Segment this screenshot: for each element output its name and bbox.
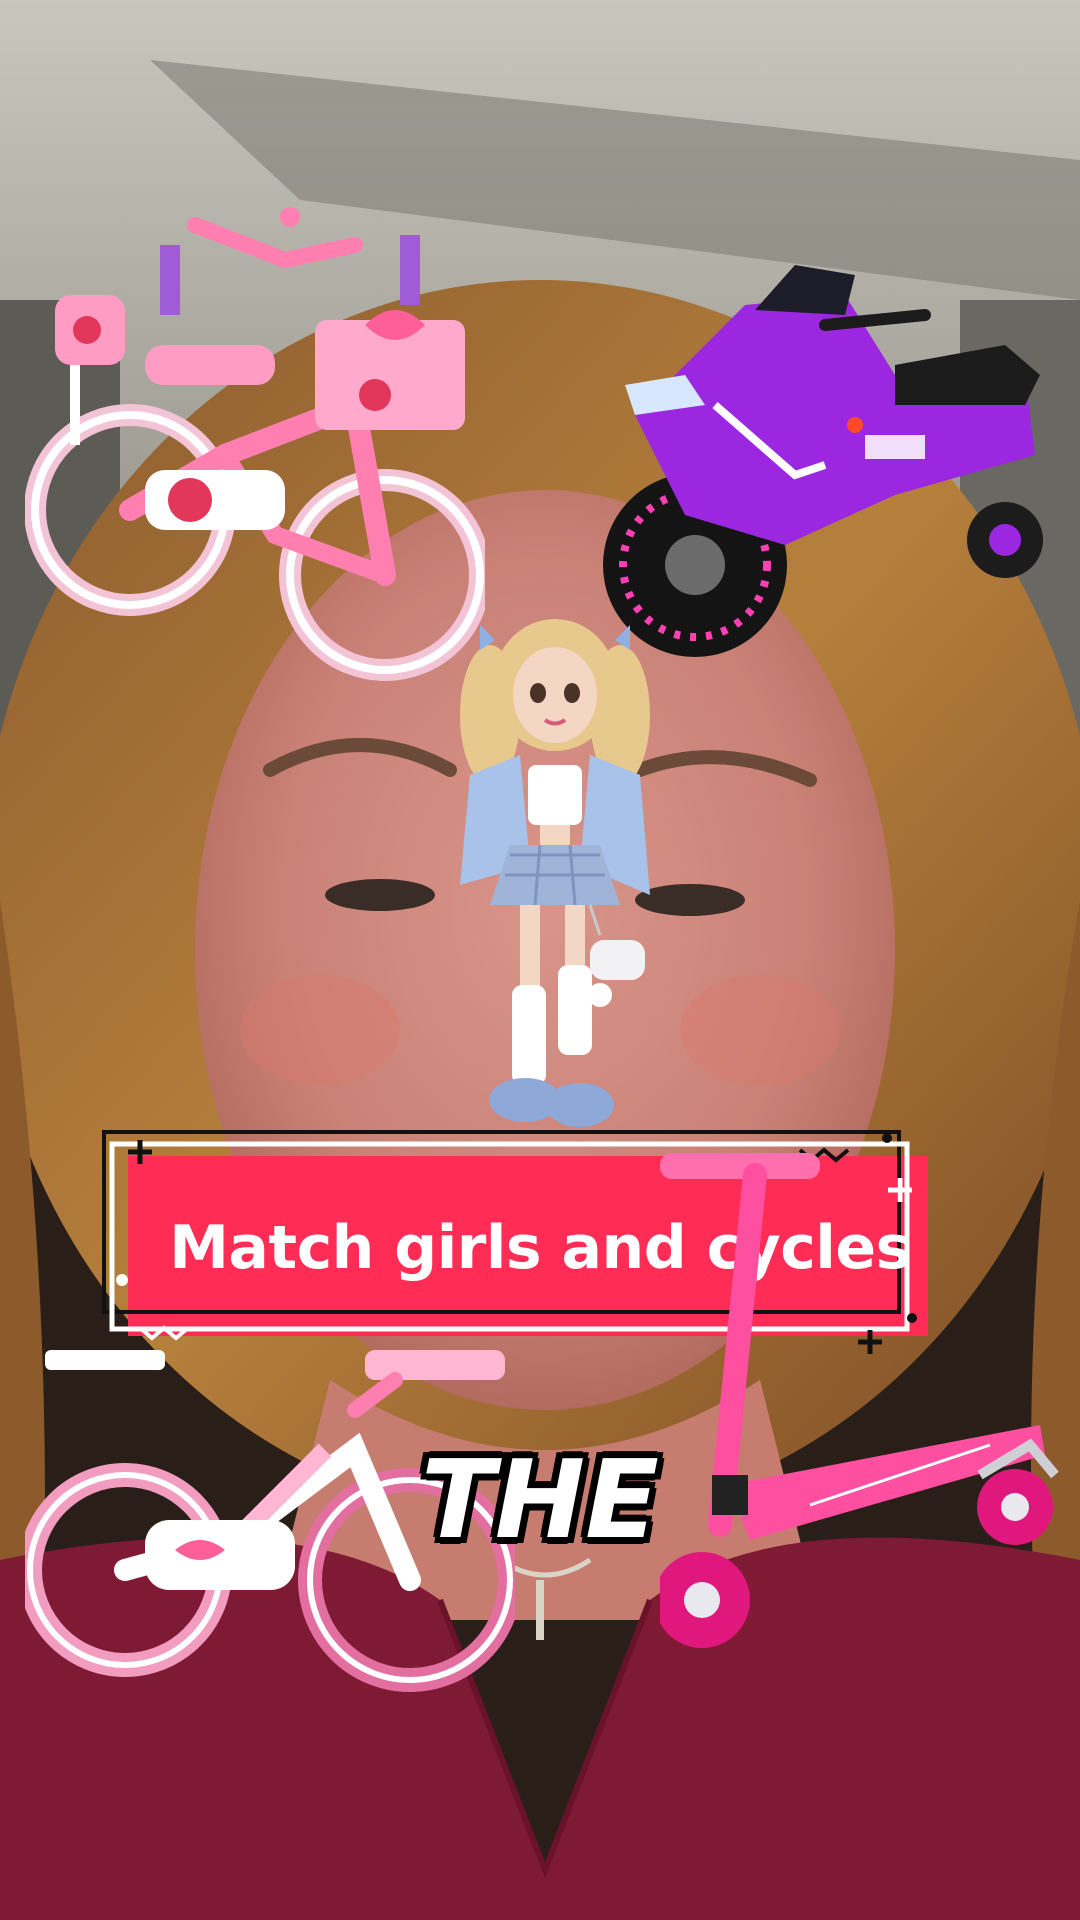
doll-girl-icon bbox=[460, 619, 650, 1127]
pink-kick-scooter-icon bbox=[660, 1153, 1059, 1648]
caption-word: THE bbox=[421, 1437, 659, 1563]
purple-ride-on-motorcycle-icon bbox=[603, 265, 1043, 657]
pink-strawberry-bicycle-icon bbox=[25, 207, 485, 681]
